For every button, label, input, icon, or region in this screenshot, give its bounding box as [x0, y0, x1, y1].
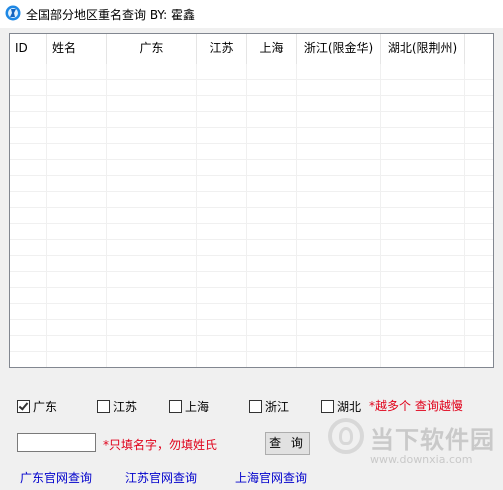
checkbox-box[interactable]	[169, 399, 182, 413]
input-hint: *只填名字，勿填姓氏	[103, 438, 218, 452]
checkbox-label: 广东	[33, 399, 58, 414]
name-input[interactable]	[17, 433, 96, 452]
checkbox-shanghai[interactable]: 上海	[169, 397, 209, 415]
table-header: ID 姓名 广东 江苏 上海 浙江(限金华) 湖北(限荆州)	[10, 34, 493, 64]
checkbox-box[interactable]	[97, 399, 110, 413]
column-divider	[46, 64, 47, 367]
checkbox-zhejiang[interactable]: 浙江	[249, 397, 289, 415]
column-divider	[296, 64, 297, 367]
checkbox-guangdong[interactable]: 广东	[17, 397, 57, 415]
column-header-hubei[interactable]: 湖北(限荆州)	[381, 34, 465, 64]
checkbox-label: 湖北	[337, 399, 362, 414]
column-header-name[interactable]: 姓名	[47, 34, 107, 64]
checkbox-box[interactable]	[17, 399, 30, 413]
checkbox-jiangsu[interactable]: 江苏	[97, 397, 137, 415]
watermark: 当下软件园 www.downxia.com	[328, 418, 495, 472]
watermark-title: 当下软件园	[370, 426, 495, 454]
link-jiangsu-official[interactable]: 江苏官网查询	[125, 469, 197, 486]
app-icon	[5, 5, 21, 21]
checkbox-box[interactable]	[249, 399, 262, 413]
column-divider	[196, 64, 197, 367]
column-divider	[246, 64, 247, 367]
column-divider	[464, 64, 465, 367]
link-guangdong-official[interactable]: 广东官网查询	[20, 469, 92, 486]
column-header-guangdong[interactable]: 广东	[107, 34, 197, 64]
watermark-logo-inner	[339, 427, 353, 445]
column-header-jiangsu[interactable]: 江苏	[197, 34, 247, 64]
checkbox-box[interactable]	[321, 399, 334, 413]
title-bar: 全国部分地区重名查询 BY: 霍鑫	[0, 0, 503, 28]
column-header-id[interactable]: ID	[10, 34, 47, 64]
checkbox-label: 浙江	[265, 399, 290, 414]
column-divider	[380, 64, 381, 367]
watermark-url: www.downxia.com	[370, 453, 473, 466]
link-shanghai-official[interactable]: 上海官网查询	[235, 469, 307, 486]
column-header-shanghai[interactable]: 上海	[247, 34, 297, 64]
query-button[interactable]: 查 询	[265, 432, 310, 455]
window-title: 全国部分地区重名查询 BY: 霍鑫	[26, 8, 195, 22]
speed-warning: *越多个 查询越慢	[369, 399, 463, 413]
column-header-zhejiang[interactable]: 浙江(限金华)	[297, 34, 381, 64]
column-divider	[106, 64, 107, 367]
checkbox-label: 江苏	[113, 399, 138, 414]
results-table[interactable]: ID 姓名 广东 江苏 上海 浙江(限金华) 湖北(限荆州)	[9, 33, 494, 368]
checkbox-label: 上海	[185, 399, 210, 414]
checkbox-hubei[interactable]: 湖北	[321, 397, 361, 415]
table-body	[10, 64, 493, 367]
